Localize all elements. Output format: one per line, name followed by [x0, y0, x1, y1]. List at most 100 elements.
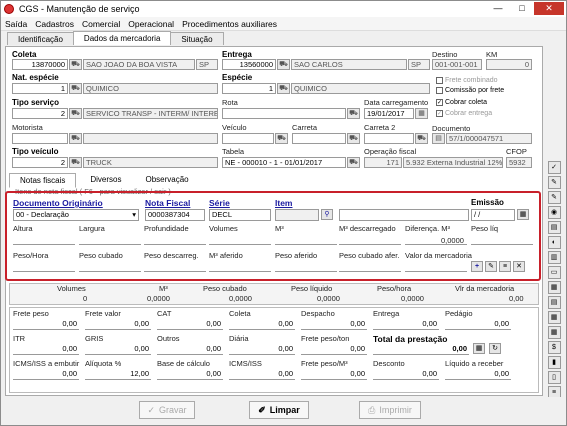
pedagio-field[interactable]: 0,00	[445, 319, 511, 330]
frete-peso-m3-field[interactable]: 0,00	[301, 369, 367, 380]
close-button[interactable]: ✕	[534, 2, 564, 15]
menu-cadastros[interactable]: Cadastros	[31, 19, 78, 29]
nat-especie-lookup-button[interactable]: ⛟	[69, 83, 82, 94]
m3-field[interactable]	[275, 244, 337, 245]
layers-icon[interactable]: ▥	[547, 251, 561, 264]
chart-icon[interactable]: ▮	[547, 356, 561, 369]
tab-situacao[interactable]: Situação	[170, 32, 224, 45]
despacho-field[interactable]: 0,00	[301, 319, 367, 330]
valor-mercadoria-field[interactable]	[405, 271, 467, 272]
volumes-field[interactable]	[209, 244, 271, 245]
grid-icon[interactable]: ▦	[547, 311, 561, 324]
veiculo-lookup-button[interactable]: ⛟	[275, 133, 288, 144]
aliquota-field[interactable]: 12,00	[85, 369, 151, 380]
tab-notas-fiscais[interactable]: Notas fiscais	[9, 173, 77, 188]
menu-procedimentos[interactable]: Procedimentos auxiliares	[178, 19, 281, 29]
folder-icon[interactable]: ▭	[547, 266, 561, 279]
icms-iss-field[interactable]: 0,00	[229, 369, 295, 380]
coleta-lookup-button[interactable]: ⛟	[69, 59, 82, 70]
tab-identificacao[interactable]: Identificação	[7, 32, 74, 45]
check-icon[interactable]: ✓	[547, 161, 561, 174]
form-icon[interactable]: ▤	[547, 296, 561, 309]
menu-comercial[interactable]: Comercial	[78, 19, 124, 29]
coleta-code-field[interactable]: 13870000	[12, 59, 68, 70]
comissao-checkbox[interactable]: Comissão por frete	[436, 87, 504, 94]
clipboard-icon[interactable]: ▯	[547, 371, 561, 384]
edit-icon[interactable]: ✎	[547, 191, 561, 204]
cobrar-entrega-checkbox[interactable]: ✓ Cobrar entrega	[436, 110, 492, 117]
motorista-code-field[interactable]	[12, 133, 68, 144]
paint-icon[interactable]: ◐	[547, 236, 561, 249]
m3-descarregado-field[interactable]	[339, 244, 401, 245]
outros-field[interactable]: 0,00	[157, 344, 223, 355]
menu-saida[interactable]: Saída	[1, 19, 31, 29]
imprimir-button[interactable]: ⎙ Imprimir	[359, 401, 421, 419]
frete-combinado-checkbox[interactable]: Frete combinado	[436, 77, 498, 84]
tabela-field[interactable]: NE - 000010 - 1 - 01/01/2017	[222, 157, 346, 168]
gravar-button[interactable]: ✓ Gravar	[139, 401, 195, 419]
tabela-lookup-button[interactable]: ⛟	[347, 157, 360, 168]
money-icon[interactable]: $	[547, 341, 561, 354]
serie-field[interactable]: DECL	[209, 209, 271, 221]
minimize-button[interactable]: —	[486, 2, 510, 15]
entrega-lookup-button[interactable]: ⛟	[277, 59, 290, 70]
documento-icon[interactable]: ▤	[432, 133, 445, 144]
refresh-icon[interactable]: ↻	[489, 343, 501, 354]
frete-peso-field[interactable]: 0,00	[13, 319, 79, 330]
item-search-icon[interactable]: ⚲	[321, 209, 333, 220]
entrega-code-field[interactable]: 13560000	[222, 59, 276, 70]
peso-liq-field[interactable]	[471, 244, 533, 245]
rota-lookup-button[interactable]: ⛟	[347, 108, 360, 119]
tab-diversos[interactable]: Diversos	[80, 173, 131, 188]
peso-hora-field[interactable]	[13, 271, 75, 272]
delete-icon[interactable]: ✕	[513, 261, 525, 272]
tipo-veiculo-lookup-button[interactable]: ⛟	[69, 157, 82, 168]
tipo-veiculo-code-field[interactable]: 2	[12, 157, 68, 168]
nat-especie-code-field[interactable]: 1	[12, 83, 68, 94]
rota-field[interactable]	[222, 108, 346, 119]
peso-aferido-field[interactable]	[275, 271, 337, 272]
pencil-icon[interactable]: ✎	[547, 176, 561, 189]
veiculo-field[interactable]	[222, 133, 274, 144]
motorista-lookup-button[interactable]: ⛟	[69, 133, 82, 144]
tab-observacao[interactable]: Observação	[135, 173, 198, 188]
list-icon[interactable]: ≡	[499, 261, 511, 272]
table-icon[interactable]: ▦	[547, 281, 561, 294]
data-carregamento-field[interactable]: 19/01/2017	[364, 108, 414, 119]
especie-code-field[interactable]: 1	[222, 83, 276, 94]
desconto-field[interactable]: 0,00	[373, 369, 439, 380]
gris-field[interactable]: 0,00	[85, 344, 151, 355]
peso-descarreg-field[interactable]	[144, 271, 206, 272]
frete-valor-field[interactable]: 0,00	[85, 319, 151, 330]
peso-cubado-afer-field[interactable]	[339, 271, 401, 272]
cat-field[interactable]: 0,00	[157, 319, 223, 330]
doc-origin-select[interactable]: 00 - Declaração ▾	[13, 209, 139, 221]
carreta-field[interactable]	[292, 133, 346, 144]
tipo-servico-lookup-button[interactable]: ⛟	[69, 108, 82, 119]
calculator-icon[interactable]: ▦	[473, 343, 485, 354]
nota-fiscal-field[interactable]: 0000387304	[145, 209, 205, 221]
limpar-button[interactable]: ✐ Limpar	[249, 401, 309, 419]
emissao-field[interactable]: / /	[471, 209, 515, 221]
document-icon[interactable]: ▤	[547, 221, 561, 234]
tab-dados-mercadoria[interactable]: Dados da mercadoria	[72, 31, 172, 45]
coleta-frete-field[interactable]: 0,00	[229, 319, 295, 330]
profundidade-field[interactable]	[144, 244, 206, 245]
item-desc-field[interactable]	[339, 209, 469, 221]
peso-cubado-field[interactable]	[79, 271, 141, 272]
edit-icon[interactable]: ✎	[485, 261, 497, 272]
tipo-servico-code-field[interactable]: 2	[12, 108, 68, 119]
cobrar-coleta-checkbox[interactable]: ✓ Cobrar coleta	[436, 99, 487, 106]
carreta-lookup-button[interactable]: ⛟	[347, 133, 360, 144]
largura-field[interactable]	[79, 244, 141, 245]
calculator-icon[interactable]: ▦	[547, 326, 561, 339]
diaria-field[interactable]: 0,00	[229, 344, 295, 355]
stamp-icon[interactable]: ◉	[547, 206, 561, 219]
altura-field[interactable]	[13, 244, 75, 245]
base-calculo-field[interactable]: 0,00	[157, 369, 223, 380]
maximize-button[interactable]: □	[510, 2, 534, 15]
carreta2-lookup-button[interactable]: ⛟	[415, 133, 428, 144]
carreta2-field[interactable]	[364, 133, 414, 144]
m3-aferido-field[interactable]	[209, 271, 271, 272]
entrega-frete-field[interactable]: 0,00	[373, 319, 439, 330]
